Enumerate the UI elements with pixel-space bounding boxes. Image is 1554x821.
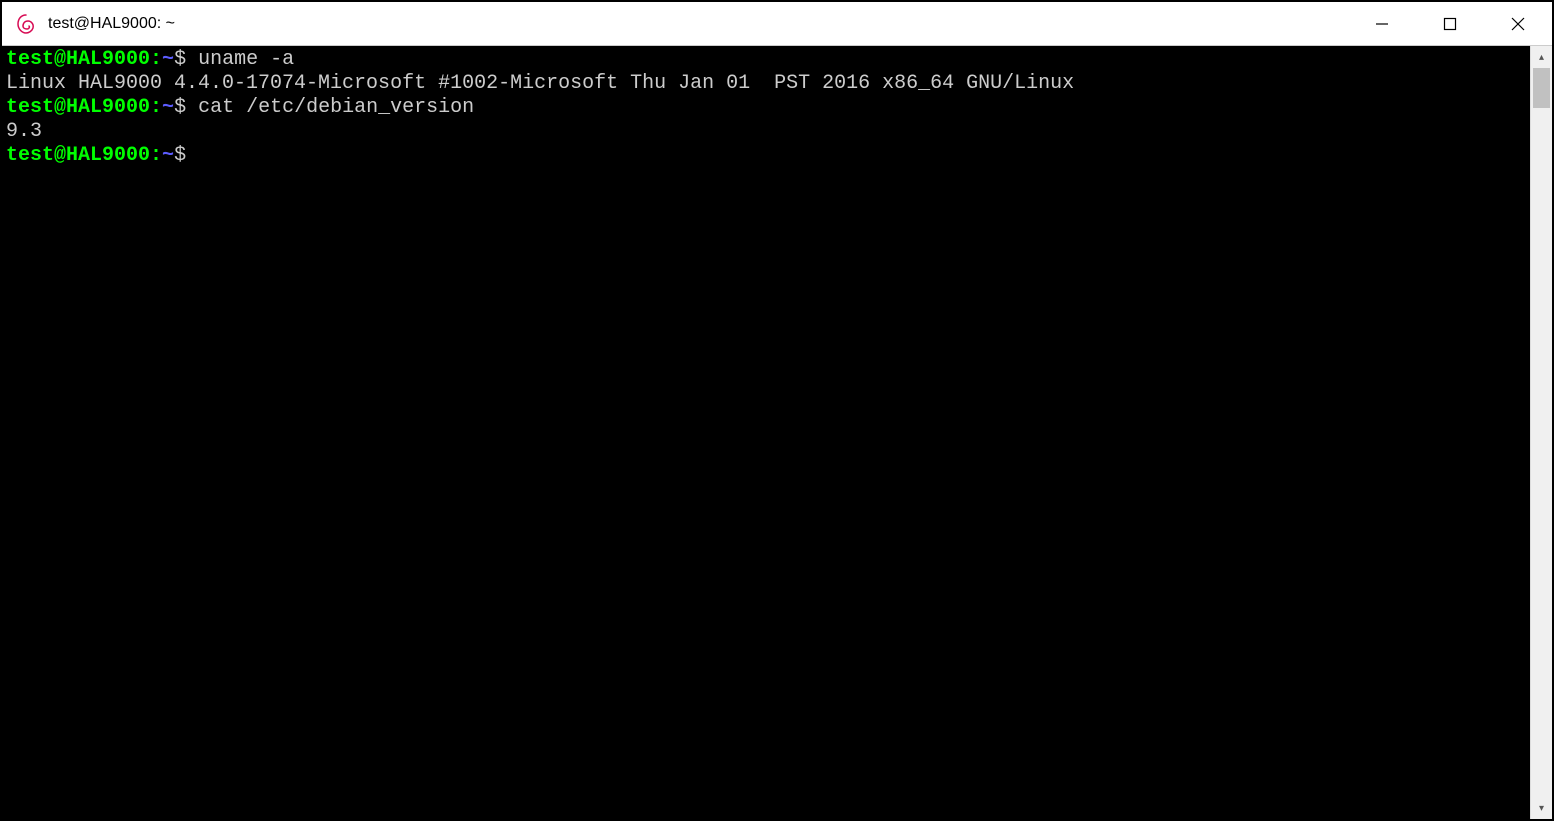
maximize-button[interactable] xyxy=(1416,2,1484,45)
prompt-end: $ xyxy=(174,144,198,167)
maximize-icon xyxy=(1443,17,1457,31)
chevron-down-icon: ▾ xyxy=(1539,803,1544,814)
debian-swirl-icon xyxy=(14,12,38,36)
prompt-user: test@HAL9000 xyxy=(6,48,150,71)
prompt-user: test@HAL9000 xyxy=(6,144,150,167)
window-title: test@HAL9000: ~ xyxy=(48,15,175,33)
content-area: test@HAL9000:~$ uname -a Linux HAL9000 4… xyxy=(2,46,1552,819)
scroll-track[interactable] xyxy=(1531,68,1552,797)
prompt-sep: : xyxy=(150,48,162,71)
minimize-button[interactable] xyxy=(1348,2,1416,45)
prompt-sep: : xyxy=(150,144,162,167)
prompt-path: ~ xyxy=(162,144,174,167)
prompt-path: ~ xyxy=(162,48,174,71)
close-icon xyxy=(1511,17,1525,31)
terminal-window: test@HAL9000: ~ test@HAL9000:~$ uname -a… xyxy=(2,2,1552,819)
terminal-line: test@HAL9000:~$ cat /etc/debian_version xyxy=(6,96,474,119)
terminal-output: 9.3 xyxy=(6,120,42,143)
terminal-line: test@HAL9000:~$ uname -a xyxy=(6,48,294,71)
prompt-sep: : xyxy=(150,96,162,119)
titlebar[interactable]: test@HAL9000: ~ xyxy=(2,2,1552,46)
terminal-line: test@HAL9000:~$ xyxy=(6,144,198,167)
chevron-up-icon: ▴ xyxy=(1539,52,1544,63)
command-text: uname -a xyxy=(198,48,294,71)
scroll-down-button[interactable]: ▾ xyxy=(1531,797,1552,819)
minimize-icon xyxy=(1375,17,1389,31)
close-button[interactable] xyxy=(1484,2,1552,45)
prompt-user: test@HAL9000 xyxy=(6,96,150,119)
vertical-scrollbar[interactable]: ▴ ▾ xyxy=(1530,46,1552,819)
prompt-end: $ xyxy=(174,96,198,119)
titlebar-left: test@HAL9000: ~ xyxy=(2,12,1348,36)
terminal-viewport[interactable]: test@HAL9000:~$ uname -a Linux HAL9000 4… xyxy=(2,46,1530,819)
window-controls xyxy=(1348,2,1552,45)
terminal-output: Linux HAL9000 4.4.0-17074-Microsoft #100… xyxy=(6,72,1074,95)
scroll-up-button[interactable]: ▴ xyxy=(1531,46,1552,68)
command-text: cat /etc/debian_version xyxy=(198,96,474,119)
scroll-thumb[interactable] xyxy=(1533,68,1550,108)
prompt-path: ~ xyxy=(162,96,174,119)
prompt-end: $ xyxy=(174,48,198,71)
